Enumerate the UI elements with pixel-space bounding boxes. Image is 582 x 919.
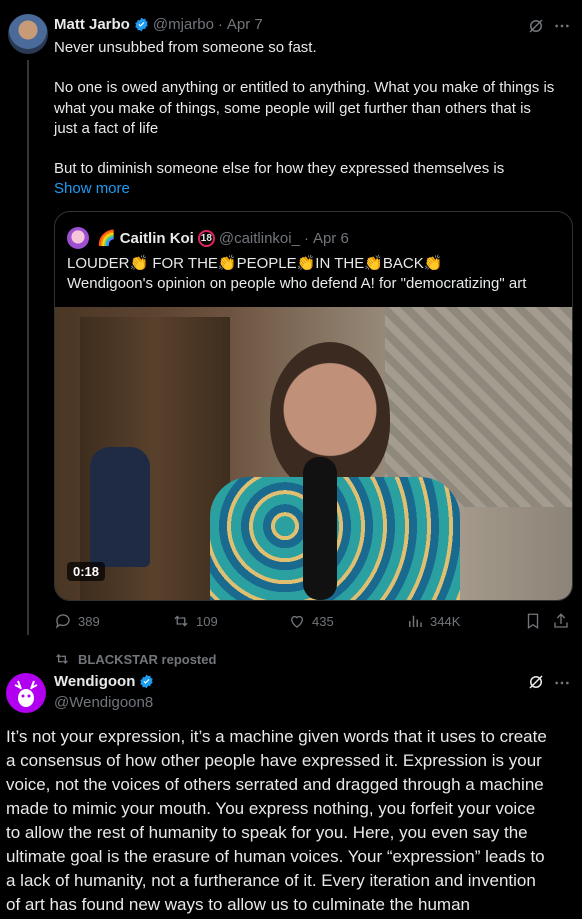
age-badge: 18: [197, 229, 215, 247]
avatar-wendigoon[interactable]: [6, 673, 46, 713]
author-handle[interactable]: @mjarbo: [153, 16, 214, 33]
video-duration: 0:18: [67, 562, 106, 581]
post-text-line: to allow the rest of humanity to speak f…: [6, 823, 528, 842]
post-text-line: a lack of humanity, not a furtherance of…: [6, 871, 536, 890]
post-date[interactable]: Apr 7: [227, 16, 263, 33]
repost-button[interactable]: 109: [172, 612, 218, 630]
post-header: Wendigoon: [54, 673, 154, 690]
avatar-matt-jarbo[interactable]: [8, 14, 48, 54]
quoted-post[interactable]: 🌈 Caitlin Koi 18 @caitlinkoi_ · Apr 6 LO…: [54, 211, 573, 601]
verified-badge-icon: [140, 674, 154, 689]
post-text-line: But to diminish someone else for how the…: [54, 160, 505, 177]
views-icon: [409, 615, 422, 627]
reply-icon: [55, 614, 70, 629]
video-hoodie: [90, 447, 150, 567]
repost-icon: [56, 654, 68, 664]
post-text-line: No one is owed anything or entitled to a…: [54, 79, 555, 96]
like-count: 435: [312, 613, 334, 629]
author-name[interactable]: Wendigoon: [54, 673, 135, 690]
author-handle[interactable]: @Wendigoon8: [54, 694, 153, 711]
quote-author-name[interactable]: Caitlin Koi: [120, 230, 194, 247]
views-button[interactable]: 344K: [406, 612, 460, 630]
repost-count: 109: [196, 613, 218, 629]
reply-button[interactable]: 389: [54, 612, 100, 630]
heart-icon: [291, 615, 303, 628]
quote-handle[interactable]: @caitlinkoi_: [219, 230, 300, 247]
quote-date[interactable]: Apr 6: [313, 230, 349, 247]
separator-dot: ·: [303, 229, 309, 247]
more-options-icon[interactable]: [554, 677, 570, 689]
quote-header: 🌈 Caitlin Koi 18 @caitlinkoi_ · Apr 6: [67, 227, 349, 249]
repost-icon: [174, 615, 188, 627]
video-player[interactable]: 0:18: [55, 307, 572, 600]
post-text-line: just a fact of life: [54, 120, 159, 137]
like-button[interactable]: 435: [288, 612, 334, 630]
post-text-line: ultimate goal is the erasure of human vo…: [6, 847, 545, 866]
wendigoon-logo-icon: [14, 680, 38, 707]
verified-badge-icon: [135, 17, 148, 32]
show-more-link[interactable]: Show more: [54, 180, 130, 197]
avatar-caitlin-koi[interactable]: [67, 227, 89, 249]
post-text-line: made to mimic your mouth. You express no…: [6, 799, 536, 818]
post-text-line: It’s not your expression, it’s a machine…: [6, 727, 547, 746]
more-options-icon[interactable]: [554, 20, 570, 32]
repost-label[interactable]: BLACKSTAR reposted: [54, 651, 216, 667]
rainbow-emoji: 🌈: [97, 230, 116, 247]
post-body: It’s not your expression, it’s a machine…: [6, 725, 576, 917]
quote-text-line: Wendigoon's opinion on people who defend…: [67, 275, 527, 292]
post-text-line: of art has found new ways to allow us to…: [6, 895, 470, 914]
post-text-line: voice, not the voices of others serrated…: [6, 775, 544, 794]
repost-label-text: BLACKSTAR reposted: [78, 651, 217, 667]
thread-line: [27, 60, 29, 635]
post-header: Matt Jarbo @mjarbo · Apr 7: [54, 16, 263, 33]
reply-count: 389: [78, 613, 100, 629]
grok-icon[interactable]: [527, 17, 545, 35]
grok-icon[interactable]: [527, 673, 545, 691]
post-text-line: what you make of things, some people wil…: [54, 100, 531, 117]
bookmark-icon[interactable]: [524, 612, 542, 630]
author-name[interactable]: Matt Jarbo: [54, 16, 130, 33]
share-icon[interactable]: [552, 612, 570, 630]
post-text-line: a consensus of how other people have exp…: [6, 751, 542, 770]
views-count: 344K: [430, 613, 461, 629]
video-microphone: [303, 457, 337, 600]
separator-dot: ·: [217, 16, 223, 33]
quote-text-line: LOUDER👏 FOR THE👏PEOPLE👏IN THE👏BACK👏: [67, 255, 443, 272]
post-text-line: Never unsubbed from someone so fast.: [54, 39, 317, 56]
